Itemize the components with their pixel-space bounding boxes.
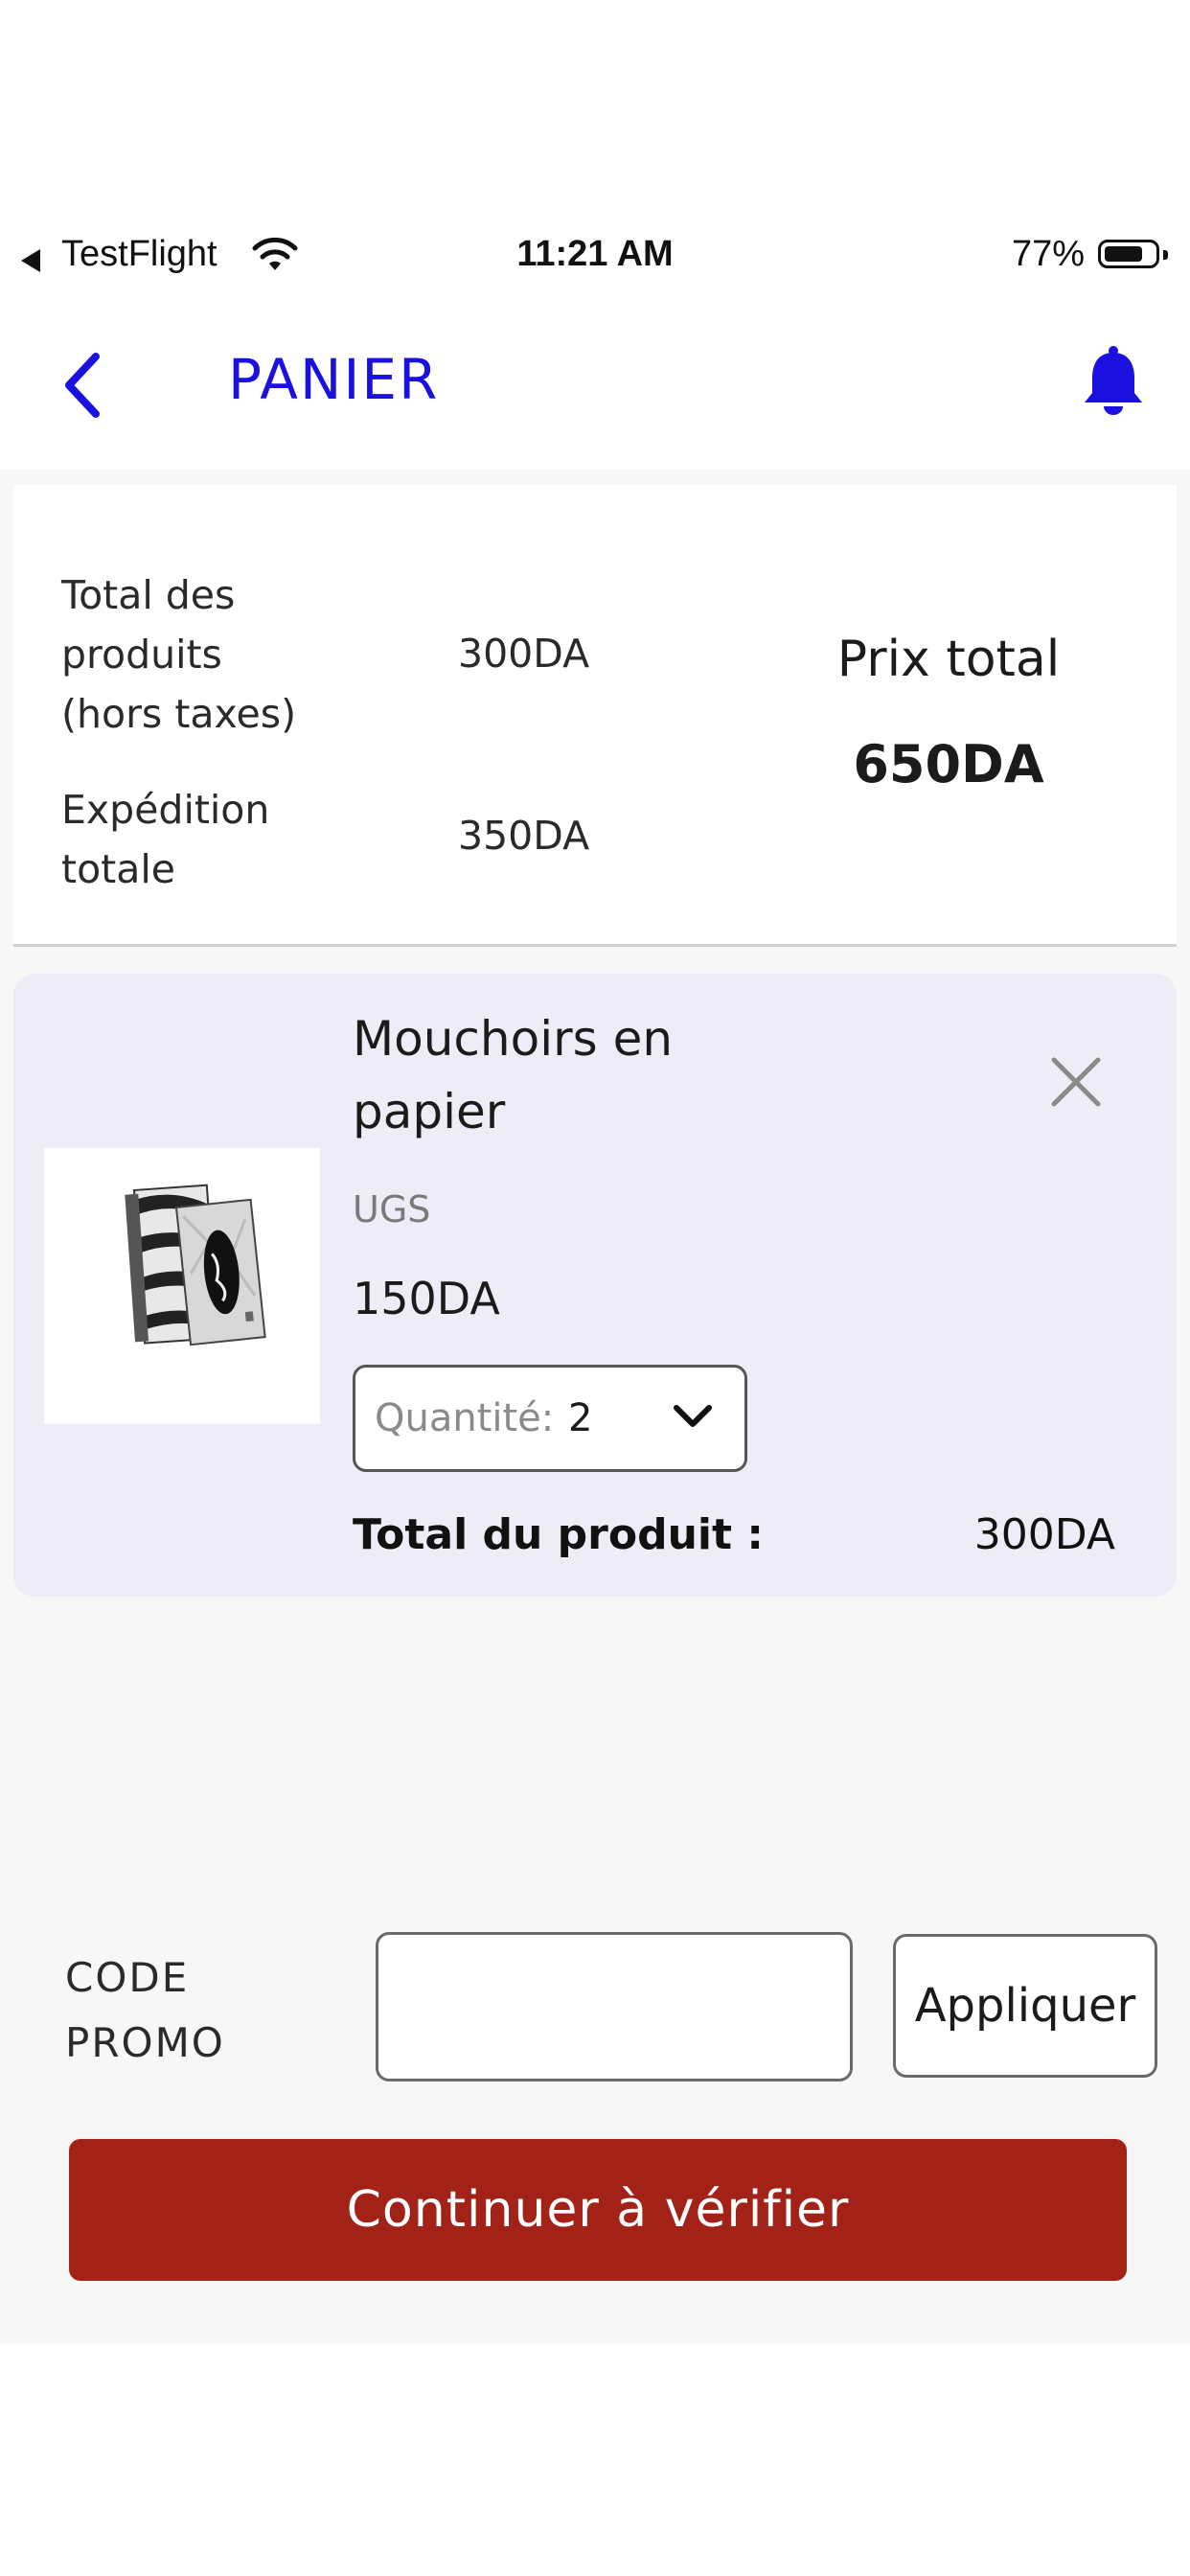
product-name[interactable]: Mouchoirs en papier <box>353 1002 755 1148</box>
line-total-label: Total du produit : <box>353 1510 764 1559</box>
tissue-box-image <box>125 1184 266 1346</box>
divider <box>13 944 1177 947</box>
chevron-down-icon <box>674 1405 712 1427</box>
bell-icon[interactable] <box>1081 345 1146 416</box>
line-total-value: 300DA <box>973 1510 1115 1559</box>
checkout-button[interactable]: Continuer à vérifier <box>69 2139 1127 2281</box>
close-icon[interactable] <box>1042 1048 1110 1116</box>
shipping-total-label: Expédition totale <box>61 787 270 892</box>
chevron-left-icon[interactable] <box>59 351 105 420</box>
page-title: PANIER <box>228 347 440 412</box>
grand-total-value: 650DA <box>853 734 1044 794</box>
apply-promo-button[interactable]: Appliquer <box>893 1934 1157 2078</box>
battery-icon <box>1098 240 1159 268</box>
product-image[interactable] <box>44 1148 320 1424</box>
products-total-label: Total des produits (hors taxes) <box>61 572 297 737</box>
shipping-total-value: 350DA <box>458 813 590 859</box>
battery-percent: 77% <box>1011 234 1085 274</box>
quantity-value: 2 <box>568 1396 593 1440</box>
battery-level <box>1105 246 1142 262</box>
product-unit-price: 150DA <box>353 1273 500 1324</box>
battery-tip <box>1163 250 1168 260</box>
quantity-label: Quantité: <box>375 1396 555 1440</box>
status-bar: TestFlight 11:21 AM 77% <box>0 220 1190 301</box>
grand-total-label: Prix total <box>836 631 1061 688</box>
promo-code-input[interactable] <box>376 1932 853 2082</box>
promo-code-label: CODE PROMO <box>65 1954 225 2066</box>
products-total-value: 300DA <box>458 631 590 677</box>
quantity-select[interactable]: Quantité: 2 <box>353 1365 747 1472</box>
product-sku-label: UGS <box>353 1188 431 1230</box>
